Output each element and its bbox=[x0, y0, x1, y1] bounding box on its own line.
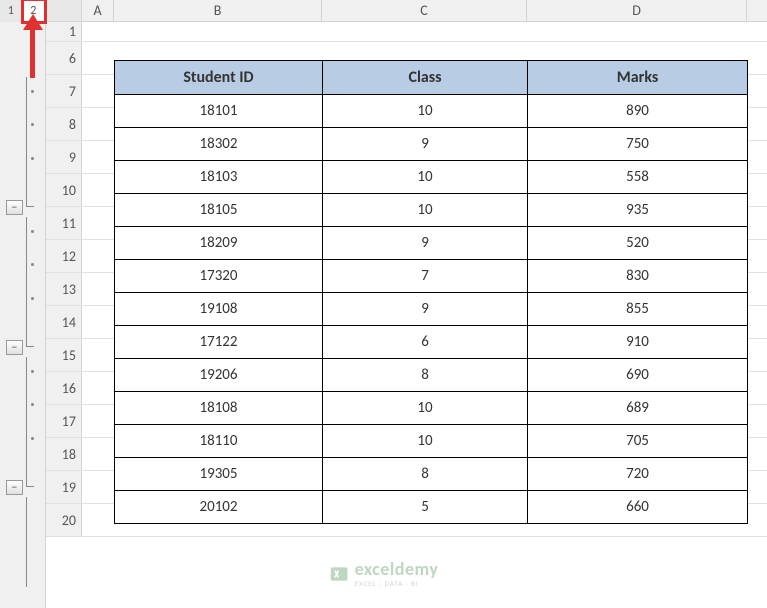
table-row: 191089855 bbox=[115, 293, 748, 326]
cell[interactable]: 855 bbox=[528, 293, 748, 326]
row-header[interactable]: 13 bbox=[46, 273, 82, 305]
row-header[interactable]: 18 bbox=[46, 438, 82, 470]
outline-bracket bbox=[26, 357, 34, 487]
outline-bracket bbox=[26, 217, 34, 347]
row-header[interactable]: 12 bbox=[46, 240, 82, 272]
table-row: 173207830 bbox=[115, 260, 748, 293]
column-header-d[interactable]: D bbox=[527, 0, 747, 21]
cell[interactable]: 10 bbox=[323, 161, 528, 194]
cell[interactable]: 558 bbox=[528, 161, 748, 194]
table-row: 1810310558 bbox=[115, 161, 748, 194]
cell[interactable]: 20102 bbox=[115, 491, 323, 524]
outline-collapse-button[interactable]: − bbox=[6, 480, 23, 495]
row-header[interactable]: 16 bbox=[46, 372, 82, 404]
cell[interactable]: 10 bbox=[323, 392, 528, 425]
table-row: 1810810689 bbox=[115, 392, 748, 425]
cell[interactable]: 18105 bbox=[115, 194, 323, 227]
cell[interactable]: 18302 bbox=[115, 128, 323, 161]
outline-dot bbox=[31, 263, 34, 266]
outline-dot bbox=[31, 370, 34, 373]
outline-level-1[interactable]: 1 bbox=[0, 0, 23, 22]
cell[interactable]: 520 bbox=[528, 227, 748, 260]
cell[interactable]: 9 bbox=[323, 227, 528, 260]
cell[interactable]: 6 bbox=[323, 326, 528, 359]
table-row: 183029750 bbox=[115, 128, 748, 161]
table-row: 171226910 bbox=[115, 326, 748, 359]
table-row: 182099520 bbox=[115, 227, 748, 260]
outline-body: − − − bbox=[0, 22, 46, 608]
row-header[interactable]: 15 bbox=[46, 339, 82, 371]
outline-dot bbox=[31, 230, 34, 233]
cell[interactable]: 9 bbox=[323, 128, 528, 161]
cell[interactable]: 720 bbox=[528, 458, 748, 491]
table-row: 192068690 bbox=[115, 359, 748, 392]
cell[interactable]: 19305 bbox=[115, 458, 323, 491]
cell[interactable]: 830 bbox=[528, 260, 748, 293]
row-header[interactable]: 9 bbox=[46, 141, 82, 173]
cell[interactable]: 690 bbox=[528, 359, 748, 392]
header-marks[interactable]: Marks bbox=[528, 61, 748, 95]
cell[interactable]: 7 bbox=[323, 260, 528, 293]
column-header-c[interactable]: C bbox=[322, 0, 527, 21]
cell[interactable]: 705 bbox=[528, 425, 748, 458]
cell[interactable]: 890 bbox=[528, 95, 748, 128]
outline-collapse-button[interactable]: − bbox=[6, 200, 23, 215]
row-header[interactable]: 10 bbox=[46, 174, 82, 206]
outline-pane: 1 2 − − − bbox=[0, 0, 46, 608]
row-header[interactable]: 19 bbox=[46, 471, 82, 503]
outline-bracket bbox=[26, 77, 34, 207]
table-row: 193058720 bbox=[115, 458, 748, 491]
select-all-corner[interactable] bbox=[46, 0, 82, 21]
cell[interactable]: 18108 bbox=[115, 392, 323, 425]
row-header[interactable]: 17 bbox=[46, 405, 82, 437]
row-header[interactable]: 6 bbox=[46, 42, 82, 74]
cell[interactable]: 935 bbox=[528, 194, 748, 227]
column-headers: A B C D bbox=[46, 0, 767, 22]
table-row: 1811010705 bbox=[115, 425, 748, 458]
table-row: 1810110890 bbox=[115, 95, 748, 128]
column-header-a[interactable]: A bbox=[82, 0, 114, 21]
row-header[interactable]: 20 bbox=[46, 504, 82, 536]
cell[interactable]: 910 bbox=[528, 326, 748, 359]
cell[interactable]: 8 bbox=[323, 458, 528, 491]
cell[interactable]: 8 bbox=[323, 359, 528, 392]
cell[interactable]: 10 bbox=[323, 194, 528, 227]
row-header[interactable]: 7 bbox=[46, 75, 82, 107]
outline-dot bbox=[31, 90, 34, 93]
cell[interactable]: 18209 bbox=[115, 227, 323, 260]
outline-bracket bbox=[26, 497, 34, 587]
outline-dot bbox=[31, 123, 34, 126]
cell[interactable]: 5 bbox=[323, 491, 528, 524]
table-row: 1810510935 bbox=[115, 194, 748, 227]
row-header[interactable]: 11 bbox=[46, 207, 82, 239]
cell[interactable]: 17122 bbox=[115, 326, 323, 359]
outline-collapse-button[interactable]: − bbox=[6, 340, 23, 355]
cell[interactable]: 750 bbox=[528, 128, 748, 161]
outline-dot bbox=[31, 297, 34, 300]
outline-dot bbox=[31, 403, 34, 406]
cell[interactable]: 18110 bbox=[115, 425, 323, 458]
cell[interactable]: 10 bbox=[323, 425, 528, 458]
outline-dot bbox=[31, 437, 34, 440]
outline-dot bbox=[31, 157, 34, 160]
cell[interactable]: 689 bbox=[528, 392, 748, 425]
annotation-arrow bbox=[30, 28, 35, 78]
row-header[interactable]: 8 bbox=[46, 108, 82, 140]
cell[interactable]: 9 bbox=[323, 293, 528, 326]
header-class[interactable]: Class bbox=[323, 61, 528, 95]
row-header[interactable]: 14 bbox=[46, 306, 82, 338]
table-row: 201025660 bbox=[115, 491, 748, 524]
cell[interactable]: 17320 bbox=[115, 260, 323, 293]
cell[interactable]: 18103 bbox=[115, 161, 323, 194]
header-student-id[interactable]: Student ID bbox=[115, 61, 323, 95]
column-header-b[interactable]: B bbox=[114, 0, 322, 21]
row-header[interactable]: 1 bbox=[46, 22, 82, 41]
table-header-row: Student ID Class Marks bbox=[115, 61, 748, 95]
cell[interactable]: 10 bbox=[323, 95, 528, 128]
cell[interactable]: 19108 bbox=[115, 293, 323, 326]
cell[interactable]: 18101 bbox=[115, 95, 323, 128]
data-table: Student ID Class Marks 1810110890 183029… bbox=[114, 60, 748, 524]
cell[interactable]: 19206 bbox=[115, 359, 323, 392]
cell[interactable]: 660 bbox=[528, 491, 748, 524]
